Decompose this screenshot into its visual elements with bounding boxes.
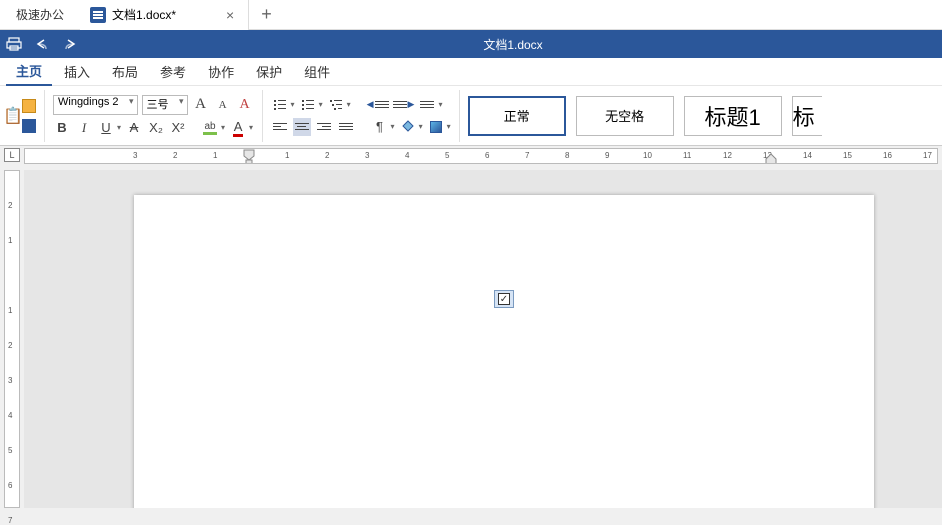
menu-collab[interactable]: 协作 [198, 58, 244, 85]
italic-button[interactable]: I [75, 119, 93, 137]
style-heading-next[interactable]: 标 [792, 96, 822, 136]
doc-icon [90, 7, 106, 23]
menu-reference[interactable]: 参考 [150, 58, 196, 85]
line-spacing-button[interactable] [418, 96, 436, 114]
vertical-ruler[interactable]: 2 1 1 2 3 4 5 6 7 [4, 170, 20, 508]
decrease-indent-button[interactable]: ◀ [367, 96, 389, 114]
horizontal-ruler[interactable]: 3 2 1 1 2 3 4 5 6 7 8 9 10 11 12 13 14 1… [24, 148, 938, 164]
superscript-button[interactable]: X² [169, 119, 187, 137]
font-size-select[interactable]: 三号 [142, 95, 188, 115]
menu-layout[interactable]: 布局 [102, 58, 148, 85]
underline-button[interactable]: U [97, 119, 115, 137]
indent-marker-icon[interactable] [243, 149, 255, 164]
copy-icon[interactable] [22, 99, 36, 113]
subscript-button[interactable]: X₂ [147, 119, 165, 137]
strike-button[interactable]: A [125, 119, 143, 137]
align-right-button[interactable] [315, 118, 333, 136]
pilcrow-button[interactable]: ¶ [371, 118, 389, 136]
checkbox-glyph: ✓ [498, 293, 510, 305]
align-justify-button[interactable] [337, 118, 355, 136]
format-painter-icon[interactable] [22, 119, 36, 133]
clear-format-button[interactable]: A [236, 96, 254, 114]
redo-button[interactable] [56, 30, 84, 58]
tab-bar: 极速办公 文档1.docx* × + [0, 0, 942, 30]
highlight-button[interactable]: ab [201, 119, 219, 137]
multilevel-list-button[interactable] [327, 96, 345, 114]
style-normal[interactable]: 正常 [468, 96, 566, 136]
ribbon: 📋 Wingdings 2 三号 A A A B I U▾ A X₂ X² ab… [0, 86, 942, 146]
paragraph-group: ▾ ▾ ▾ ◀ ▶ ▾ ¶▾ ▾ ▾ [271, 90, 460, 142]
ruler-corner[interactable]: L [4, 148, 20, 162]
style-nospace[interactable]: 无空格 [576, 96, 674, 136]
shrink-font-button[interactable]: A [214, 96, 232, 114]
menu-protect[interactable]: 保护 [246, 58, 292, 85]
clipboard-group: 📋 [6, 90, 45, 142]
close-tab-icon[interactable]: × [222, 7, 238, 23]
border-button[interactable] [427, 118, 445, 136]
menu-bar: 主页 插入 布局 参考 协作 保护 组件 [0, 58, 942, 86]
font-color-button[interactable]: A [229, 119, 247, 137]
number-list-button[interactable] [299, 96, 317, 114]
bullet-list-button[interactable] [271, 96, 289, 114]
menu-insert[interactable]: 插入 [54, 58, 100, 85]
font-name-select[interactable]: Wingdings 2 [53, 95, 138, 115]
increase-indent-button[interactable]: ▶ [393, 96, 415, 114]
paste-button[interactable]: 📋 [6, 96, 20, 136]
document-canvas[interactable]: ✓ [24, 170, 942, 508]
document-title: 文档1.docx [84, 36, 942, 53]
app-name-label: 极速办公 [0, 6, 80, 23]
align-center-button[interactable] [293, 118, 311, 136]
style-gallery: 正常 无空格 标题1 标 [468, 96, 822, 136]
new-tab-button[interactable]: + [249, 4, 284, 25]
style-heading1[interactable]: 标题1 [684, 96, 782, 136]
tab-label: 文档1.docx* [112, 6, 176, 23]
document-page[interactable]: ✓ [134, 195, 874, 508]
print-button[interactable] [0, 30, 28, 58]
grow-font-button[interactable]: A [192, 96, 210, 114]
quick-access-bar: 文档1.docx [0, 30, 942, 58]
checkbox-character[interactable]: ✓ [494, 290, 514, 308]
shading-button[interactable] [399, 118, 417, 136]
undo-button[interactable] [28, 30, 56, 58]
menu-home[interactable]: 主页 [6, 57, 52, 86]
menu-addons[interactable]: 组件 [294, 58, 340, 85]
right-indent-marker-icon[interactable] [765, 154, 777, 164]
align-left-button[interactable] [271, 118, 289, 136]
document-tab[interactable]: 文档1.docx* × [80, 0, 249, 30]
font-group: Wingdings 2 三号 A A A B I U▾ A X₂ X² ab▾ … [53, 90, 263, 142]
bold-button[interactable]: B [53, 119, 71, 137]
